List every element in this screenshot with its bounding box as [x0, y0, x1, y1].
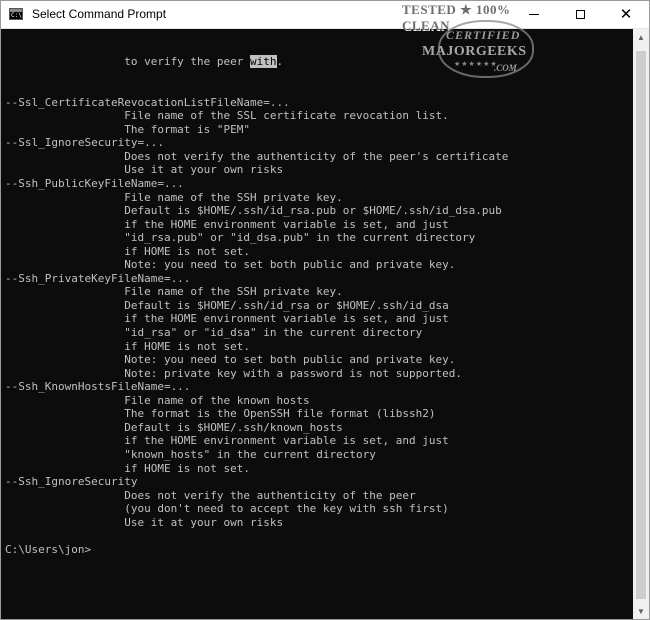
console-line: The format is the OpenSSH file format (l…: [5, 407, 436, 421]
console-text[interactable]: to verify the peer with. --Ssl_Certifica…: [5, 29, 508, 556]
console-line: File name of the SSH private key.: [5, 285, 343, 299]
console-line-text: .: [276, 55, 284, 69]
command-prompt-line: C:\Users\jon>: [5, 542, 92, 556]
minimize-button[interactable]: [511, 1, 557, 28]
close-icon: ✕: [619, 5, 633, 23]
console-line: File name of the SSH private key.: [5, 190, 343, 204]
console-line: Note: private key with a password is not…: [5, 366, 462, 380]
console-line: Default is $HOME/.ssh/known_hosts: [5, 420, 343, 434]
console-line: --Ssl_CertificateRevocationListFileName=…: [5, 95, 290, 109]
console-line: if HOME is not set.: [5, 339, 251, 353]
console-line: File name of the known hosts: [5, 393, 310, 407]
console-line: --Ssh_PublicKeyFileName=...: [5, 177, 184, 191]
scroll-down-arrow-icon: ▼: [637, 606, 645, 616]
command-prompt-app-icon[interactable]: C:\: [9, 8, 23, 20]
maximize-button[interactable]: [557, 1, 603, 28]
console-line: "id_rsa" or "id_dsa" in the current dire…: [5, 326, 423, 340]
console-line: Note: you need to set both public and pr…: [5, 353, 456, 367]
console-line: if the HOME environment variable is set,…: [5, 434, 449, 448]
scroll-thumb[interactable]: [636, 51, 646, 599]
console-line: if the HOME environment variable is set,…: [5, 312, 449, 326]
app-icon-glyph: C:\: [11, 12, 22, 19]
console-line: if HOME is not set.: [5, 244, 251, 258]
console-line: --Ssh_KnownHostsFileName=...: [5, 380, 191, 394]
title-bar[interactable]: C:\ Select Command Prompt ✕: [1, 1, 649, 29]
console-line: "id_rsa.pub" or "id_dsa.pub" in the curr…: [5, 231, 476, 245]
console-line: "known_hosts" in the current directory: [5, 447, 376, 461]
scroll-down-button[interactable]: ▼: [633, 603, 649, 619]
console-line: Does not verify the authenticity of the …: [5, 488, 416, 502]
console-line: (you don't need to accept the key with s…: [5, 502, 449, 516]
close-button[interactable]: ✕: [603, 1, 649, 28]
scroll-up-button[interactable]: ▲: [633, 29, 649, 45]
console-line: if HOME is not set.: [5, 461, 251, 475]
minimize-icon: [529, 14, 539, 15]
vertical-scrollbar[interactable]: ▲ ▼: [633, 29, 649, 619]
scroll-up-arrow-icon: ▲: [637, 32, 645, 42]
command-prompt-window: C:\ Select Command Prompt ✕ to verify th…: [0, 0, 650, 620]
console-line: Use it at your own risks: [5, 163, 284, 177]
console-line: --Ssl_IgnoreSecurity=...: [5, 136, 164, 150]
console-line: Default is $HOME/.ssh/id_rsa.pub or $HOM…: [5, 204, 502, 218]
console-line: Does not verify the authenticity of the …: [5, 149, 509, 163]
selected-text[interactable]: with: [250, 55, 277, 69]
console-line: Note: you need to set both public and pr…: [5, 258, 456, 272]
console-line: if the HOME environment variable is set,…: [5, 217, 449, 231]
maximize-icon: [575, 10, 585, 19]
console-line-text: to verify the peer: [5, 55, 251, 69]
window-title: Select Command Prompt: [32, 7, 167, 21]
console-line: --Ssh_PrivateKeyFileName=...: [5, 271, 191, 285]
console-line: File name of the SSL certificate revocat…: [5, 109, 449, 123]
console-line: --Ssh_IgnoreSecurity: [5, 475, 138, 489]
console-line: Default is $HOME/.ssh/id_rsa or $HOME/.s…: [5, 298, 449, 312]
console-line: The format is "PEM": [5, 122, 251, 136]
console-line: Use it at your own risks: [5, 515, 284, 529]
console-line: to verify the peer with.: [5, 55, 508, 69]
console-output[interactable]: to verify the peer with. --Ssl_Certifica…: [1, 29, 633, 619]
